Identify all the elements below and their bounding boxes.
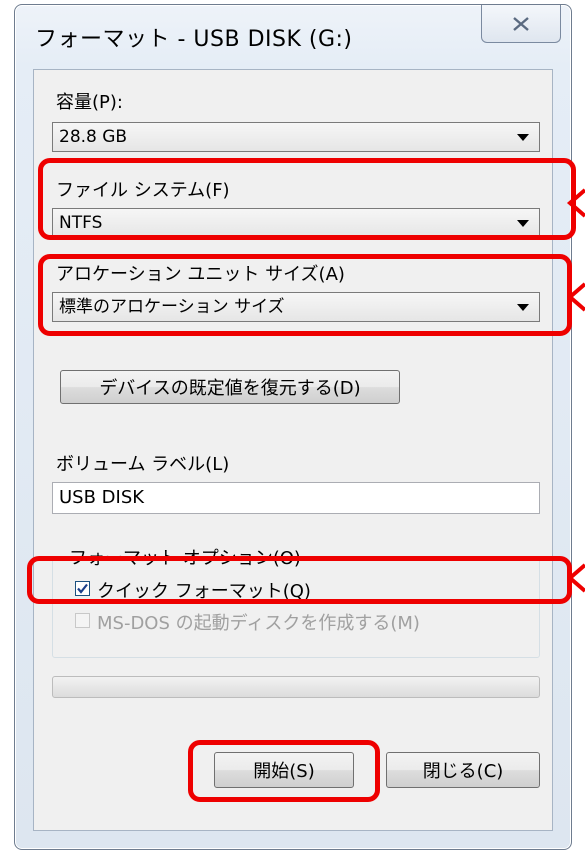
volume-label-input[interactable]: USB DISK [52, 482, 540, 514]
capacity-label: 容量(P): [56, 92, 123, 113]
allocation-unit-value: 標準のアロケーション サイズ [59, 297, 285, 317]
close-window-button[interactable] [481, 5, 561, 43]
file-system-value: NTFS [59, 213, 103, 233]
format-options-title: フォーマット オプション(O) [65, 544, 305, 570]
format-dialog: フォーマット - USB DISK (G:) 容量(P): 28.8 GB ファ… [14, 4, 572, 850]
volume-label-label: ボリューム ラベル(L) [56, 454, 230, 475]
checkmark-icon [77, 583, 88, 594]
dropdown-arrow-icon [517, 220, 529, 227]
allocation-unit-label: アロケーション ユニット サイズ(A) [56, 264, 345, 285]
file-system-select[interactable]: NTFS [52, 208, 540, 238]
quick-format-label: クイック フォーマット(Q) [97, 581, 311, 602]
pointer-arrow-icon [566, 188, 585, 218]
msdos-startup-checkbox [75, 613, 90, 628]
quick-format-checkbox[interactable] [75, 581, 90, 596]
allocation-unit-select[interactable]: 標準のアロケーション サイズ [52, 292, 540, 322]
dialog-body: 容量(P): 28.8 GB ファイル システム(F) NTFS アロケーション… [33, 69, 553, 831]
close-button[interactable]: 閉じる(C) [386, 752, 540, 788]
restore-defaults-button[interactable]: デバイスの既定値を復元する(D) [60, 370, 400, 404]
file-system-label: ファイル システム(F) [56, 180, 230, 201]
pointer-arrow-icon [566, 563, 585, 593]
close-x-icon [513, 16, 529, 31]
capacity-select[interactable]: 28.8 GB [52, 122, 540, 152]
dropdown-arrow-icon [517, 304, 529, 311]
capacity-value: 28.8 GB [59, 127, 128, 147]
start-button[interactable]: 開始(S) [214, 752, 354, 788]
format-progress-bar [52, 676, 540, 698]
format-options-group: フォーマット オプション(O) クイック フォーマット(Q) MS-DOS の起… [52, 544, 540, 658]
dropdown-arrow-icon [517, 134, 529, 141]
dialog-title: フォーマット - USB DISK (G:) [35, 27, 353, 52]
msdos-startup-label: MS-DOS の起動ディスクを作成する(M) [97, 613, 420, 634]
pointer-arrow-icon [566, 282, 585, 312]
